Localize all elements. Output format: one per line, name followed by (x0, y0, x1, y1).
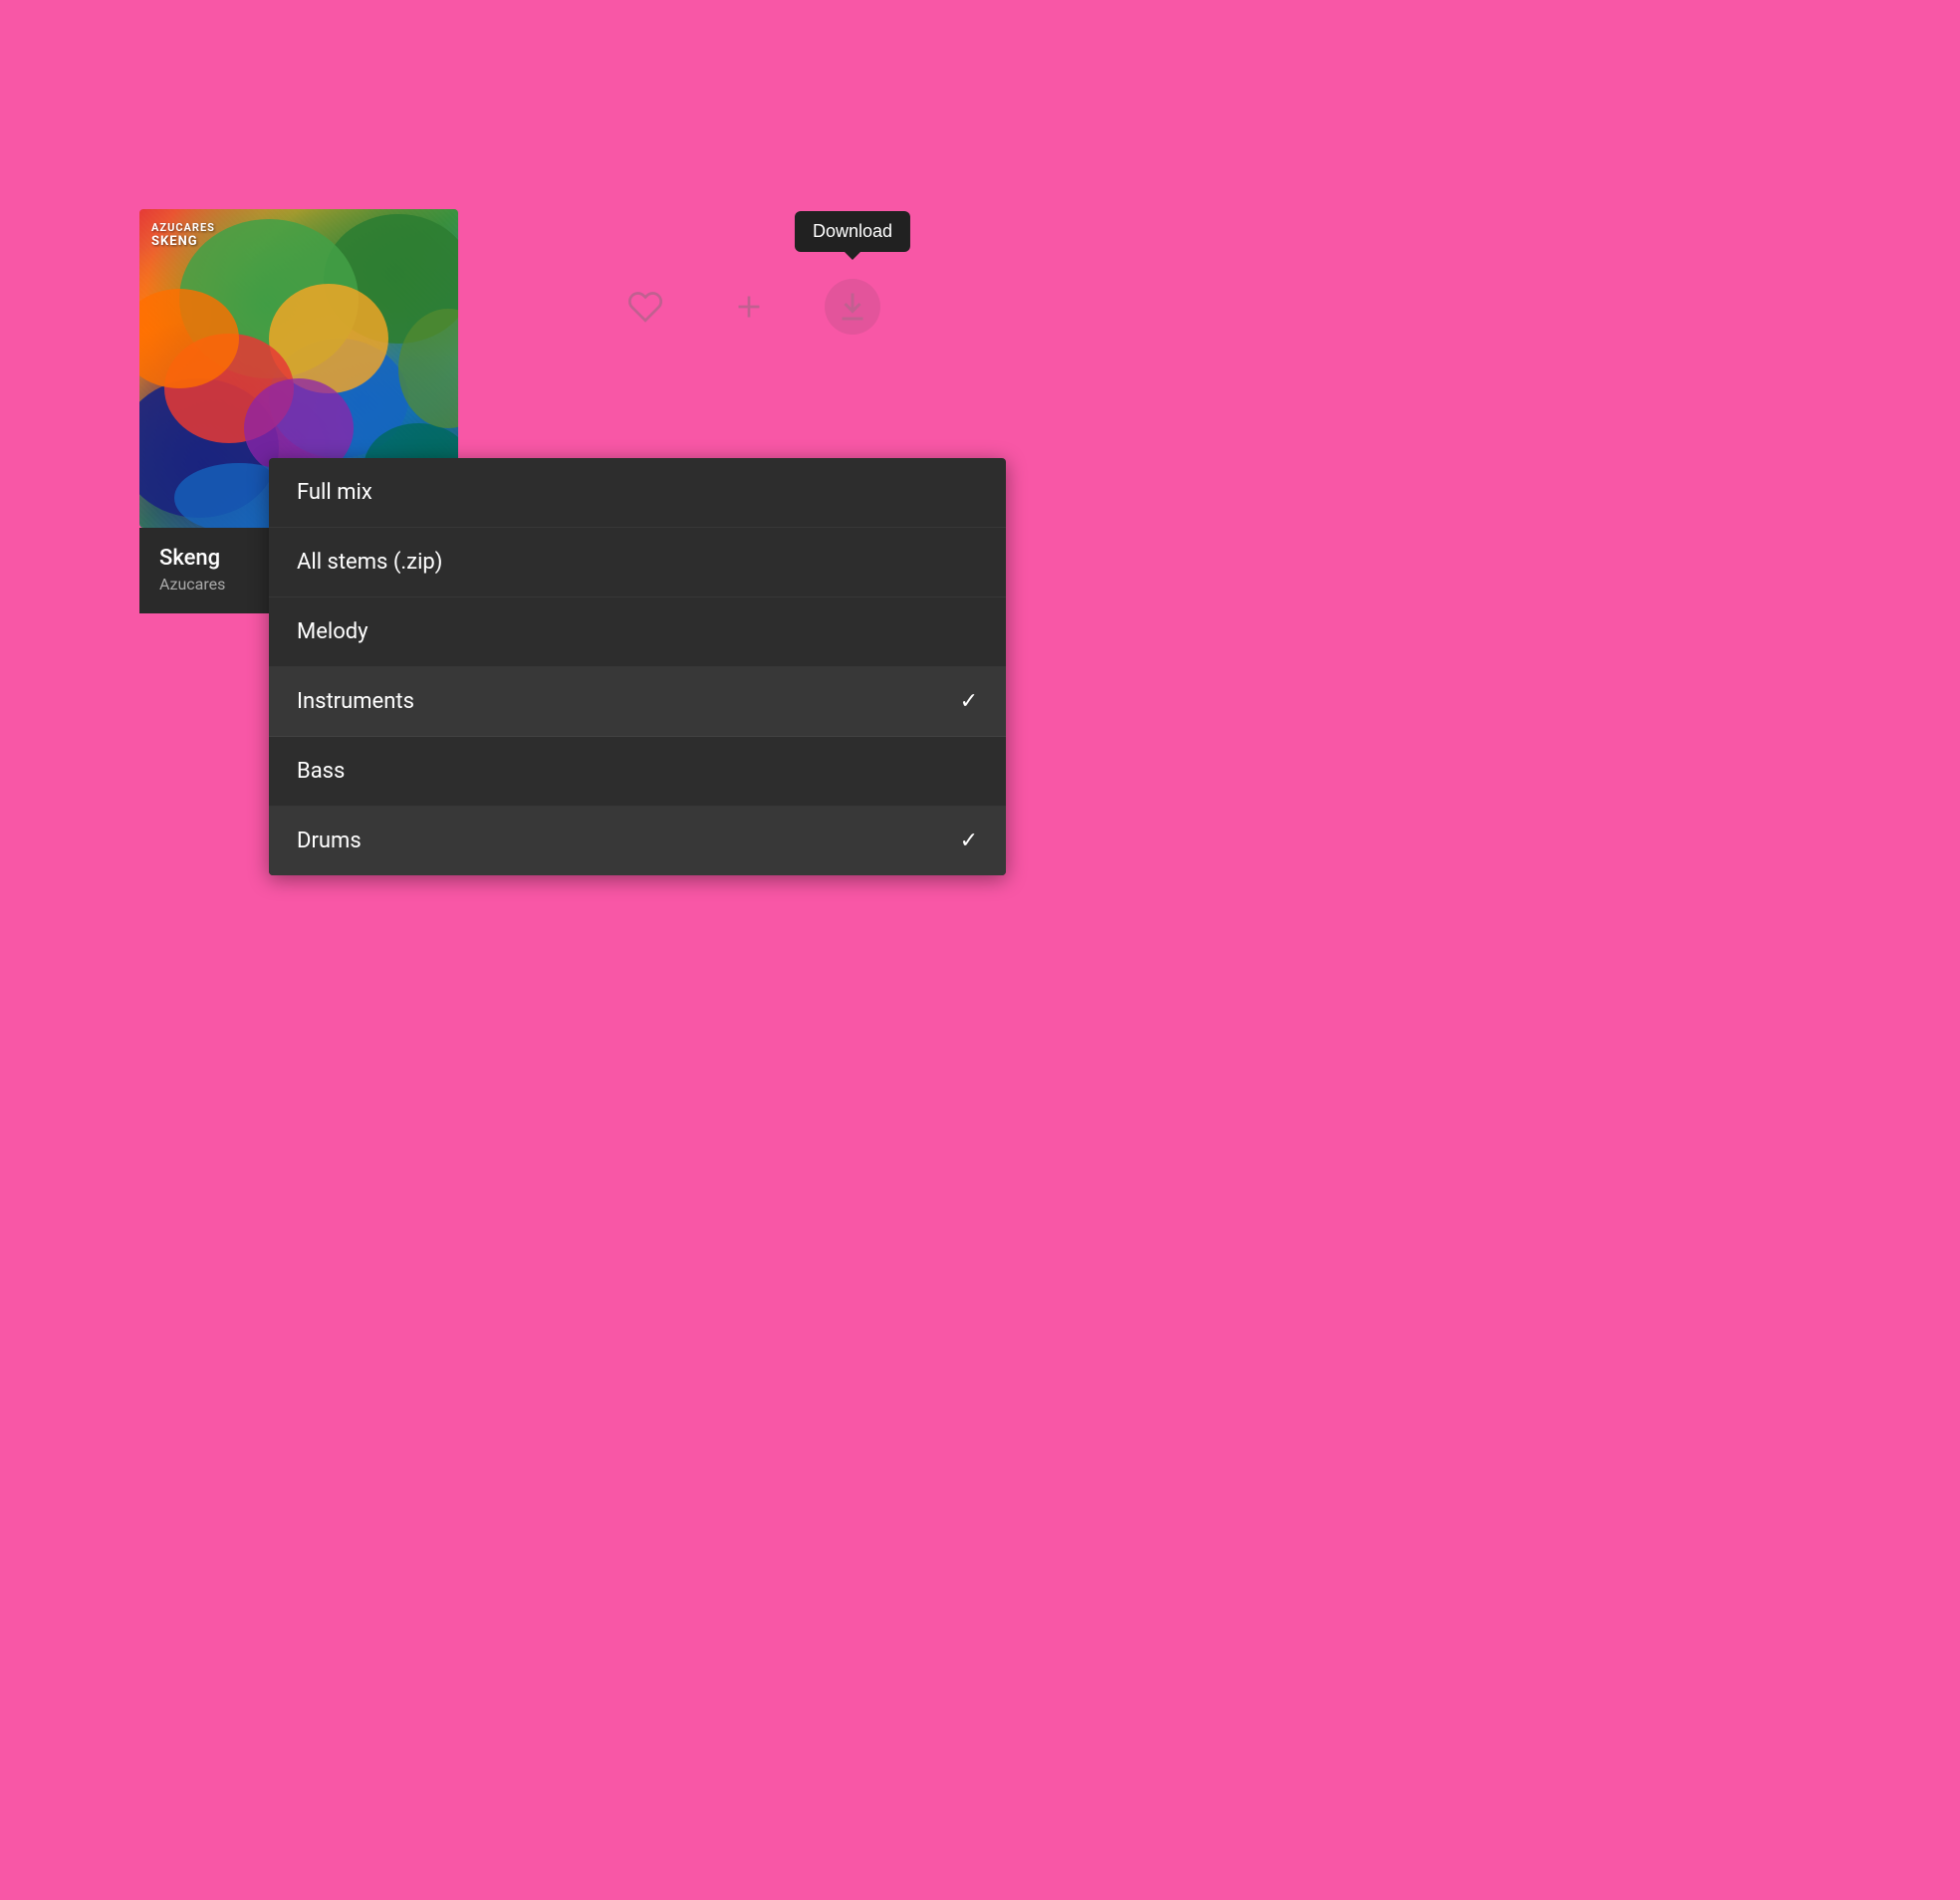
menu-item-label: Bass (297, 759, 345, 784)
menu-item-label: Full mix (297, 480, 372, 505)
menu-item-label: Drums (297, 829, 362, 853)
plus-icon (731, 289, 767, 325)
tooltip-text: Download (813, 221, 892, 241)
menu-item-instruments[interactable]: Instruments ✓ (269, 667, 1006, 737)
menu-item-drums[interactable]: Drums ✓ (269, 807, 1006, 875)
menu-item-label: Instruments (297, 689, 414, 714)
menu-item-melody[interactable]: Melody (269, 597, 1006, 667)
album-label: AZUCARES SKENG (151, 221, 215, 250)
heart-icon (627, 289, 663, 325)
download-dropdown: Full mix All stems (.zip) Melody Instrument… (269, 458, 1006, 875)
download-button[interactable]: Download (825, 279, 880, 335)
download-tooltip: Download (795, 211, 910, 252)
action-buttons-group: Download (617, 279, 880, 335)
menu-item-full-mix[interactable]: Full mix (269, 458, 1006, 528)
menu-item-label: All stems (.zip) (297, 550, 442, 575)
album-label-line2: SKENG (151, 234, 215, 250)
like-button[interactable] (617, 279, 673, 335)
checkmark-icon: ✓ (960, 689, 978, 714)
add-button[interactable] (721, 279, 777, 335)
album-label-line1: AZUCARES (151, 221, 215, 234)
checkmark-icon: ✓ (960, 829, 978, 853)
menu-item-label: Melody (297, 619, 368, 644)
menu-item-bass[interactable]: Bass (269, 737, 1006, 807)
menu-item-all-stems-zip[interactable]: All stems (.zip) (269, 528, 1006, 597)
download-icon (835, 289, 870, 325)
